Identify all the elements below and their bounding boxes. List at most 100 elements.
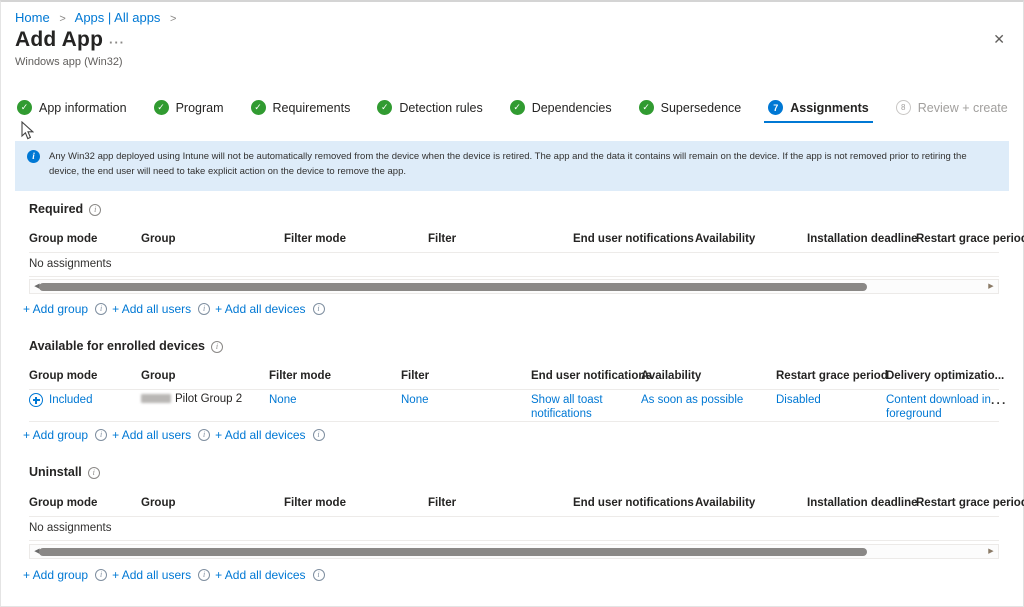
assignment-row: Included Pilot Group 2 None None Show al…	[29, 390, 999, 422]
col-group: Group	[141, 497, 176, 509]
group-mode-included[interactable]: Included	[29, 393, 92, 407]
restart-grace-period-link[interactable]: Disabled	[776, 393, 821, 407]
info-icon[interactable]: i	[95, 303, 107, 315]
empty-row: No assignments	[29, 517, 999, 541]
row-context-menu-icon[interactable]: ···	[991, 396, 1008, 410]
step-number-badge: 7	[768, 100, 783, 115]
available-table: Group mode Group Filter mode Filter End …	[29, 368, 999, 422]
check-icon: ✓	[251, 100, 266, 115]
col-filter: Filter	[401, 370, 429, 382]
required-add-links: + Add group i + Add all users i + Add all …	[23, 302, 325, 316]
add-all-users-link[interactable]: + Add all users	[112, 302, 191, 316]
info-icon[interactable]: i	[198, 303, 210, 315]
step-assignments[interactable]: 7 Assignments	[768, 100, 869, 115]
step-review-create: 8 Review + create	[896, 100, 1008, 115]
wizard-steps: ✓ App information ✓ Program ✓ Requiremen…	[17, 100, 1008, 115]
plus-circle-icon	[29, 393, 43, 407]
add-all-users-link[interactable]: + Add all users	[112, 568, 191, 582]
add-group-link[interactable]: + Add group	[23, 428, 88, 442]
close-icon[interactable]: ✕	[993, 32, 1005, 46]
add-app-panel: Home > Apps | All apps > Add App ··· Win…	[0, 0, 1024, 607]
col-group: Group	[141, 233, 176, 245]
info-icon[interactable]: i	[95, 569, 107, 581]
table-header-row: Group mode Group Filter mode Filter End …	[29, 368, 999, 390]
check-icon: ✓	[17, 100, 32, 115]
info-banner-text: Any Win32 app deployed using Intune will…	[49, 151, 967, 177]
add-all-devices-link[interactable]: + Add all devices	[215, 568, 305, 582]
check-icon: ✓	[510, 100, 525, 115]
uninstall-table: Group mode Group Filter mode Filter End …	[29, 495, 999, 541]
col-group-mode: Group mode	[29, 370, 97, 382]
end-user-notifications-link[interactable]: Show all toast notifications	[531, 393, 631, 422]
uninstall-add-links: + Add group i + Add all users i + Add all …	[23, 568, 325, 582]
section-title-uninstall: Uninstalli	[29, 465, 100, 479]
col-end-user-notifications: End user notifications	[573, 497, 694, 509]
check-icon: ✓	[639, 100, 654, 115]
empty-row: No assignments	[29, 253, 999, 277]
info-icon[interactable]: i	[211, 341, 223, 353]
required-table: Group mode Group Filter mode Filter End …	[29, 231, 999, 277]
step-requirements[interactable]: ✓ Requirements	[251, 100, 351, 115]
step-number-badge: 8	[896, 100, 911, 115]
info-icon[interactable]: i	[89, 204, 101, 216]
col-filter: Filter	[428, 233, 456, 245]
info-icon[interactable]: i	[95, 429, 107, 441]
scroll-right-icon[interactable]: ▶	[985, 545, 997, 558]
info-icon[interactable]: i	[198, 569, 210, 581]
no-assignments-text: No assignments	[29, 522, 111, 534]
info-icon[interactable]: i	[88, 467, 100, 479]
col-installation-deadline: Installation deadline	[807, 497, 918, 509]
scrollbar-thumb[interactable]	[39, 283, 867, 291]
col-restart-grace-period: Restart grace period	[916, 497, 1024, 509]
info-icon[interactable]: i	[198, 429, 210, 441]
table-header-row: Group mode Group Filter mode Filter End …	[29, 495, 999, 517]
scroll-right-icon[interactable]: ▶	[985, 280, 997, 293]
step-app-information[interactable]: ✓ App information	[17, 100, 127, 115]
add-group-link[interactable]: + Add group	[23, 302, 88, 316]
col-group: Group	[141, 370, 176, 382]
no-assignments-text: No assignments	[29, 258, 111, 270]
info-icon[interactable]: i	[313, 569, 325, 581]
filter-link[interactable]: None	[401, 393, 429, 407]
col-restart-grace-period: Restart grace period	[776, 370, 888, 382]
table-header-row: Group mode Group Filter mode Filter End …	[29, 231, 999, 253]
available-add-links: + Add group i + Add all users i + Add all …	[23, 428, 325, 442]
add-all-devices-link[interactable]: + Add all devices	[215, 302, 305, 316]
scrollbar-thumb[interactable]	[39, 548, 867, 556]
horizontal-scrollbar[interactable]: ◀ ▶	[29, 544, 999, 559]
col-filter-mode: Filter mode	[284, 233, 346, 245]
add-all-devices-link[interactable]: + Add all devices	[215, 428, 305, 442]
col-installation-deadline: Installation deadline	[807, 233, 918, 245]
availability-link[interactable]: As soon as possible	[641, 393, 743, 407]
breadcrumb-all-apps[interactable]: Apps | All apps	[75, 10, 161, 25]
col-availability: Availability	[695, 497, 755, 509]
horizontal-scrollbar[interactable]: ◀ ▶	[29, 279, 999, 294]
info-icon[interactable]: i	[313, 303, 325, 315]
col-filter-mode: Filter mode	[269, 370, 331, 382]
col-filter: Filter	[428, 497, 456, 509]
breadcrumb-separator: >	[59, 13, 65, 25]
col-group-mode: Group mode	[29, 497, 97, 509]
col-filter-mode: Filter mode	[284, 497, 346, 509]
breadcrumb-home[interactable]: Home	[15, 10, 50, 25]
col-end-user-notifications: End user notifications	[531, 370, 652, 382]
breadcrumb: Home > Apps | All apps >	[15, 10, 182, 25]
check-icon: ✓	[377, 100, 392, 115]
step-supersedence[interactable]: ✓ Supersedence	[639, 100, 742, 115]
mouse-cursor	[21, 121, 34, 140]
page-title: Add App	[15, 28, 103, 52]
col-restart-grace-period: Restart grace period	[916, 233, 1024, 245]
breadcrumb-separator: >	[170, 13, 176, 25]
redacted-text	[141, 394, 171, 403]
more-icon[interactable]: ···	[109, 35, 125, 50]
col-availability: Availability	[641, 370, 701, 382]
info-banner: i Any Win32 app deployed using Intune wi…	[15, 141, 1009, 191]
step-program[interactable]: ✓ Program	[154, 100, 224, 115]
filter-mode-link[interactable]: None	[269, 393, 297, 407]
step-dependencies[interactable]: ✓ Dependencies	[510, 100, 612, 115]
step-detection-rules[interactable]: ✓ Detection rules	[377, 100, 482, 115]
add-group-link[interactable]: + Add group	[23, 568, 88, 582]
info-icon[interactable]: i	[313, 429, 325, 441]
section-title-required: Requiredi	[29, 202, 101, 216]
add-all-users-link[interactable]: + Add all users	[112, 428, 191, 442]
